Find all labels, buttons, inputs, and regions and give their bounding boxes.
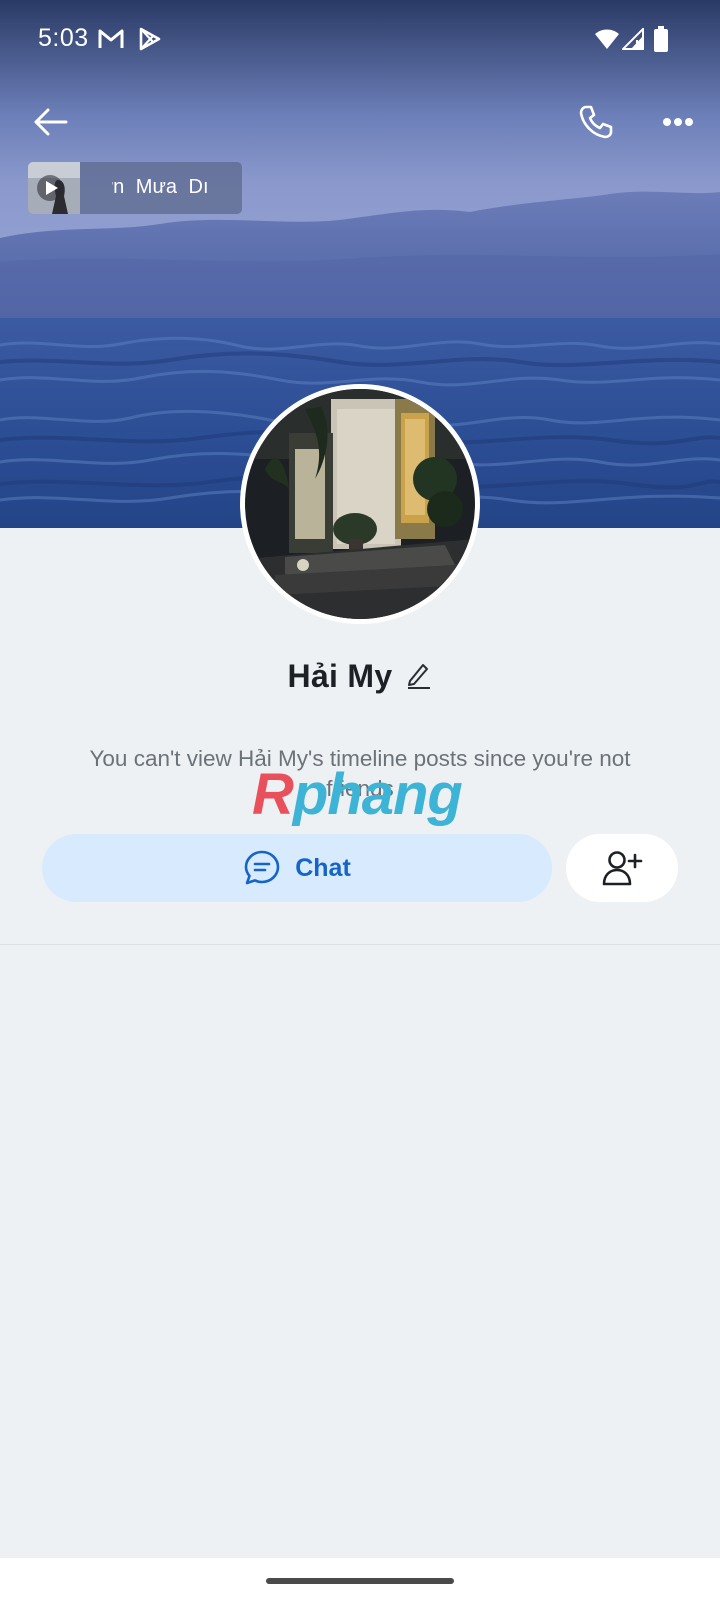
play-store-icon [138,27,162,56]
chat-button[interactable]: Chat [42,834,552,902]
phone-icon [579,105,613,139]
more-horizontal-icon [663,118,693,126]
profile-name: Hải My [287,658,393,694]
arrow-left-icon [34,108,68,136]
profile-screen: 5:03 n Mưa Dı Hải My You can't view Hải … [0,0,720,1600]
avatar-image [245,389,475,619]
wifi-icon [594,28,620,55]
edit-nickname-button[interactable] [406,661,432,694]
battery-icon [654,26,668,57]
status-bar: 5:03 [0,0,720,80]
add-friend-button[interactable] [566,834,678,902]
home-indicator[interactable] [266,1578,454,1584]
watermark-logo: Rphang [252,762,463,827]
pencil-icon [408,664,431,689]
chat-button-label: Chat [295,853,351,882]
status-time: 5:03 [38,24,89,52]
call-button[interactable] [574,100,618,144]
music-thumbnail [28,162,80,214]
profile-name-row: Hải My [0,658,720,695]
profile-avatar[interactable] [240,384,480,624]
chat-bubble-icon [244,850,280,885]
cellular-signal-icon [620,26,644,55]
user-plus-icon [602,851,643,886]
gmail-icon [98,28,124,55]
back-button[interactable] [28,100,72,144]
music-title: ơn Mưa Dı [112,176,209,198]
more-button[interactable] [658,104,698,140]
section-divider [0,944,720,945]
profile-music-chip[interactable]: ơn Mưa Dı [28,162,242,214]
